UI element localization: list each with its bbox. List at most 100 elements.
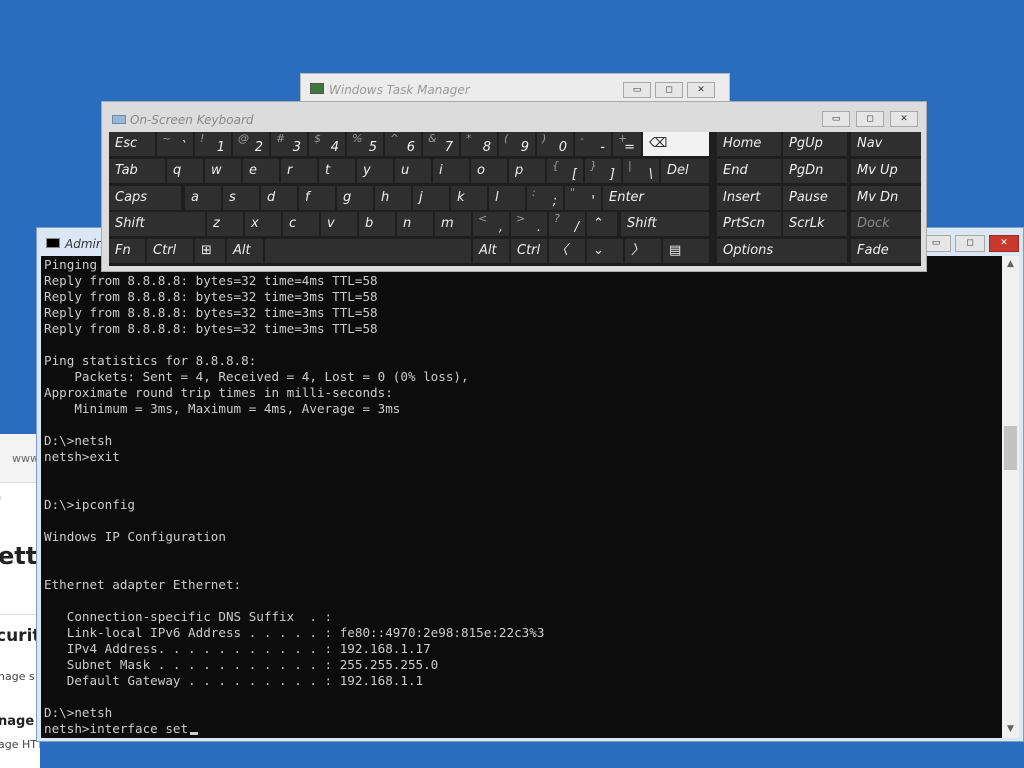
cmd-maximize-button[interactable]: ◻	[955, 235, 985, 252]
key-lbracket[interactable]: {[	[547, 159, 583, 183]
scroll-up-icon[interactable]: ▲	[1002, 256, 1019, 273]
key-equals[interactable]: + =	[613, 132, 641, 156]
osk-close-button[interactable]: ✕	[890, 111, 918, 127]
key-d[interactable]: d	[261, 186, 297, 210]
key-y[interactable]: y	[357, 159, 393, 183]
console-area[interactable]: Pinging 8.8.8.8 with 32 bytes of data: R…	[41, 256, 1003, 738]
key-end[interactable]: End	[717, 159, 781, 183]
key-k8[interactable]: * 8	[461, 132, 497, 156]
key-lalt[interactable]: Alt	[227, 239, 263, 263]
key-tab[interactable]: Tab	[109, 159, 165, 183]
key-minus[interactable]: --	[575, 132, 611, 156]
key-lshift[interactable]: Shift	[109, 212, 205, 236]
key-v[interactable]: v	[321, 212, 357, 236]
key-c[interactable]: c	[283, 212, 319, 236]
key-rshift[interactable]: Shift	[621, 212, 709, 236]
browser-address-bar[interactable]: www	[0, 434, 40, 483]
key-w[interactable]: w	[205, 159, 241, 183]
key-mvup[interactable]: Mv Up	[851, 159, 921, 183]
key-up[interactable]: ⌃	[587, 212, 617, 236]
key-k6[interactable]: ^ 6	[385, 132, 421, 156]
key-dock[interactable]: Dock	[851, 212, 921, 236]
key-e[interactable]: e	[243, 159, 279, 183]
key-enter[interactable]: Enter	[603, 186, 709, 210]
console-current-line[interactable]: netsh>interface set	[44, 721, 188, 736]
key-down[interactable]: ⌄	[587, 239, 623, 263]
key-period[interactable]: >.	[511, 212, 547, 236]
key-j[interactable]: j	[413, 186, 449, 210]
key-menu[interactable]: ▤	[663, 239, 709, 263]
key-pause[interactable]: Pause	[783, 186, 847, 210]
key-left[interactable]: 〈	[549, 239, 585, 263]
key-slash[interactable]: ? /	[549, 212, 585, 236]
key-semicolon[interactable]: :;	[527, 186, 563, 210]
key-r[interactable]: r	[281, 159, 317, 183]
key-s[interactable]: s	[223, 186, 259, 210]
key-a[interactable]: a	[185, 186, 221, 210]
task-manager-window[interactable]: Windows Task Manager ▭ ◻ ✕	[300, 73, 730, 103]
key-fade[interactable]: Fade	[851, 239, 921, 263]
key-l[interactable]: l	[489, 186, 525, 210]
key-space[interactable]	[265, 239, 471, 263]
key-k0[interactable]: ) 0	[537, 132, 573, 156]
key-comma[interactable]: <,	[473, 212, 509, 236]
console-scrollbar[interactable]: ▲ ▼	[1002, 256, 1019, 738]
key-quote[interactable]: " '	[565, 186, 601, 210]
key-tilde[interactable]: ~ `	[157, 132, 193, 156]
key-k3[interactable]: #3	[271, 132, 307, 156]
key-b[interactable]: b	[359, 212, 395, 236]
task-manager-minimize-button[interactable]: ▭	[623, 82, 651, 98]
key-caps[interactable]: Caps	[109, 186, 181, 210]
task-manager-close-button[interactable]: ✕	[687, 82, 715, 98]
key-k5[interactable]: % 5	[347, 132, 383, 156]
command-prompt-window[interactable]: Admin ▭ ◻ ✕ Pinging 8.8.8.8 with 32 byte…	[36, 227, 1024, 742]
key-k4[interactable]: $4	[309, 132, 345, 156]
key-k2[interactable]: @2	[233, 132, 269, 156]
key-insert[interactable]: Insert	[717, 186, 781, 210]
key-options[interactable]: Options	[717, 239, 847, 263]
osk-minimize-button[interactable]: ▭	[822, 111, 850, 127]
key-lctrl[interactable]: Ctrl	[147, 239, 193, 263]
key-q[interactable]: q	[167, 159, 203, 183]
key-nav[interactable]: Nav	[851, 132, 921, 156]
key-z[interactable]: z	[207, 212, 243, 236]
key-f[interactable]: f	[299, 186, 335, 210]
key-k[interactable]: k	[451, 186, 487, 210]
key-ralt[interactable]: Alt	[473, 239, 509, 263]
key-del[interactable]: Del	[661, 159, 709, 183]
key-fn[interactable]: Fn	[109, 239, 145, 263]
key-t[interactable]: t	[319, 159, 355, 183]
key-i[interactable]: i	[433, 159, 469, 183]
key-o[interactable]: o	[471, 159, 507, 183]
on-screen-keyboard-window[interactable]: On-Screen Keyboard ▭ ◻ ✕ Esc ~ ` ! 1 @2 #3 $4%…	[101, 101, 927, 272]
key-scrlk[interactable]: ScrLk	[783, 212, 847, 236]
key-backslash[interactable]: | \	[623, 159, 659, 183]
key-rctrl[interactable]: Ctrl	[511, 239, 547, 263]
key-win[interactable]: ⊞	[195, 239, 225, 263]
key-pgup[interactable]: PgUp	[783, 132, 847, 156]
key-pgdn[interactable]: PgDn	[783, 159, 847, 183]
task-manager-maximize-button[interactable]: ◻	[655, 82, 683, 98]
key-m[interactable]: m	[435, 212, 471, 236]
key-k9[interactable]: (9	[499, 132, 535, 156]
cmd-close-button[interactable]: ✕	[989, 235, 1019, 252]
osk-maximize-button[interactable]: ◻	[856, 111, 884, 127]
key-k1[interactable]: ! 1	[195, 132, 231, 156]
key-p[interactable]: p	[509, 159, 545, 183]
scrollbar-thumb[interactable]	[1004, 426, 1017, 470]
key-k7[interactable]: & 7	[423, 132, 459, 156]
key-rbracket[interactable]: }]	[585, 159, 621, 183]
key-esc[interactable]: Esc	[109, 132, 155, 156]
key-g[interactable]: g	[337, 186, 373, 210]
key-home[interactable]: Home	[717, 132, 781, 156]
key-mvdn[interactable]: Mv Dn	[851, 186, 921, 210]
scroll-down-icon[interactable]: ▼	[1002, 721, 1019, 738]
key-x[interactable]: x	[245, 212, 281, 236]
key-h[interactable]: h	[375, 186, 411, 210]
key-backspace[interactable]: ⌫	[643, 132, 709, 156]
key-u[interactable]: u	[395, 159, 431, 183]
key-prtscn[interactable]: PrtScn	[717, 212, 781, 236]
key-n[interactable]: n	[397, 212, 433, 236]
key-right[interactable]: 〉	[625, 239, 661, 263]
forward-arrow-icon[interactable]: ⟩	[0, 488, 2, 507]
